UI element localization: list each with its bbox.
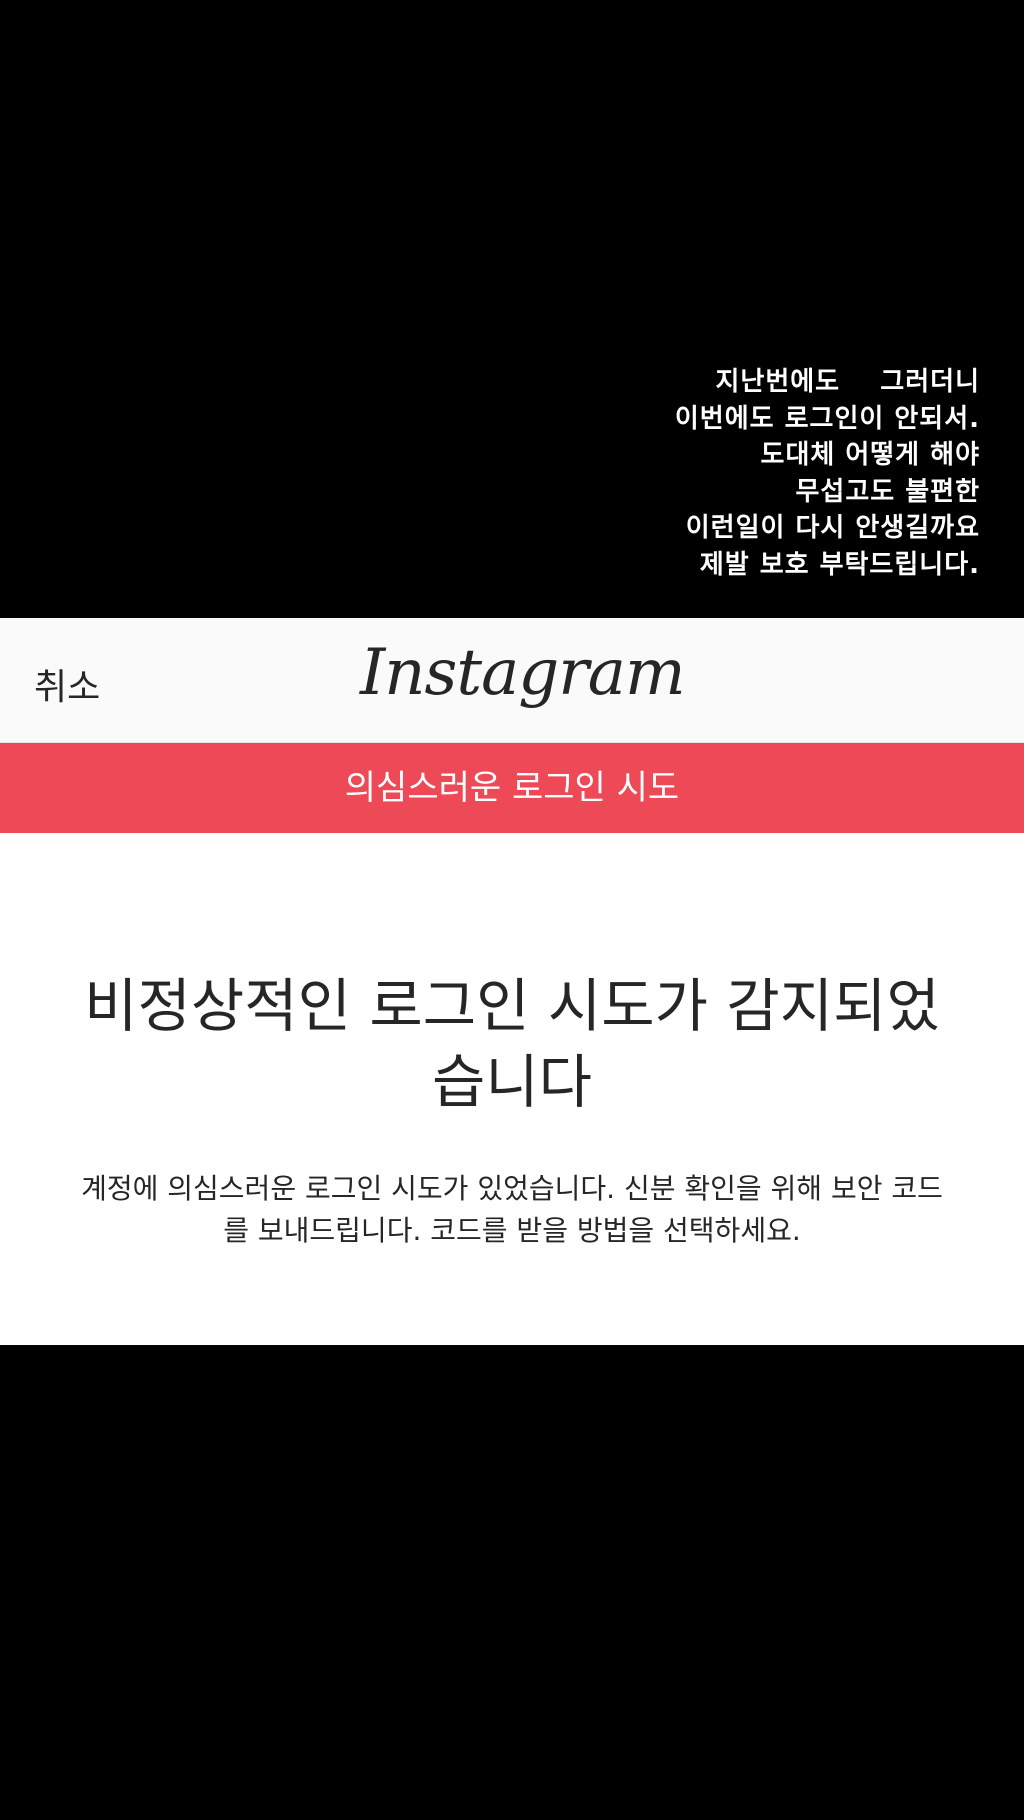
caption-line-3: 도대체 어떻게 해야 (760, 440, 980, 470)
cancel-button[interactable]: 취소 (34, 658, 100, 710)
caption-line-4: 무섭고도 불편한 (795, 476, 980, 507)
instagram-logo: Instagram (360, 636, 686, 710)
caption-line-6: 제발 보호 부탁드립니다. (699, 549, 980, 580)
page-title: 비정상적인 로그인 시도가 감지되었습니다 (84, 972, 940, 1116)
caption-line-1: 지난번에도 그러더니 (715, 367, 980, 397)
description-text: 계정에 의심스러운 로그인 시도가 있었습니다. 신분 확인을 위해 보안 코드… (81, 1172, 943, 1247)
suspicious-login-screen: 취소 Instagram 의심스러운 로그인 시도 비정상적인 로그인 시도가 … (0, 618, 1024, 1345)
overlay-caption: 지난번에도 그러더니 이번에도 로그인이 안되서. 도대체 어떻게 해야 무섭고… (540, 364, 980, 583)
caption-line-5: 이런일이 다시 안생길까요 (685, 513, 980, 543)
caption-line-2: 이번에도 로그인이 안되서. (674, 403, 980, 434)
suspicious-login-banner: 의심스러운 로그인 시도 (0, 743, 1024, 833)
top-bar: 취소 Instagram (0, 618, 1024, 743)
